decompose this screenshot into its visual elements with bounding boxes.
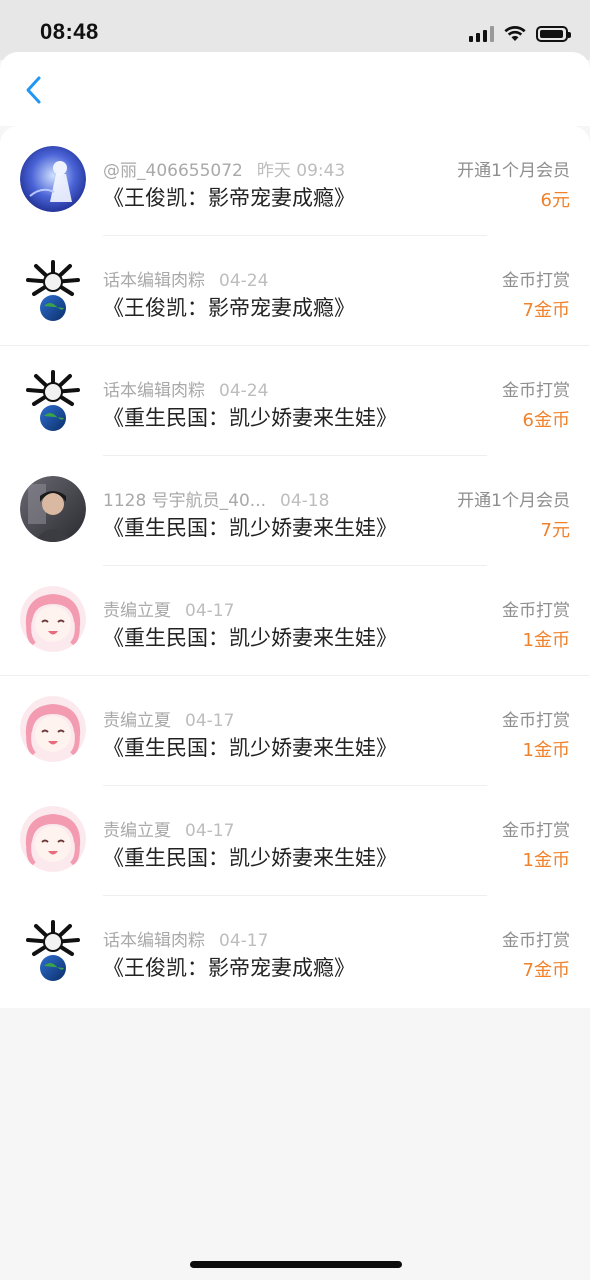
transaction-amount: 7金币	[522, 300, 570, 321]
row-date: 04-24	[219, 381, 269, 401]
battery-icon	[536, 26, 571, 42]
transaction-amount: 1金币	[522, 630, 570, 651]
avatar[interactable]	[20, 146, 86, 212]
row-meta: 责编立夏 04-17	[103, 706, 234, 731]
row-date: 04-17	[185, 821, 235, 841]
book-title: 《重生民国：凯少娇妻来生娃》	[103, 846, 397, 870]
cellular-signal-icon	[469, 26, 494, 42]
book-title: 《重生民国：凯少娇妻来生娃》	[103, 626, 397, 650]
transaction-type: 开通1个月会员	[457, 161, 570, 181]
home-indicator[interactable]	[190, 1261, 402, 1268]
status-bar: 08:48	[0, 0, 590, 60]
row-date: 昨天 09:43	[256, 161, 346, 181]
row-meta: 1128 号宇航员_40... 04-18	[103, 486, 329, 511]
user-name: 话本编辑肉粽	[103, 931, 205, 951]
wifi-icon	[504, 26, 526, 41]
list-item[interactable]: 话本编辑肉粽 04-24 《王俊凯：影帝宠妻成瘾》 金币打赏 7金币	[0, 236, 590, 346]
transaction-type: 金币打赏	[502, 821, 570, 841]
book-title: 《重生民国：凯少娇妻来生娃》	[103, 516, 397, 540]
transaction-list: @丽_406655072 昨天 09:43 《王俊凯：影帝宠妻成瘾》 开通1个月会…	[0, 126, 590, 1008]
book-title: 《王俊凯：影帝宠妻成瘾》	[103, 956, 355, 980]
nav-bar	[0, 52, 590, 126]
book-title: 《王俊凯：影帝宠妻成瘾》	[103, 186, 355, 210]
transaction-type: 金币打赏	[502, 271, 570, 291]
transaction-type: 金币打赏	[502, 711, 570, 731]
row-meta: 话本编辑肉粽 04-17	[103, 926, 268, 951]
transaction-amount: 1金币	[522, 740, 570, 761]
transaction-amount: 7元	[540, 520, 570, 541]
book-title: 《重生民国：凯少娇妻来生娃》	[103, 736, 397, 760]
row-date: 04-17	[219, 931, 269, 951]
transaction-type: 金币打赏	[502, 931, 570, 951]
list-item[interactable]: @丽_406655072 昨天 09:43 《王俊凯：影帝宠妻成瘾》 开通1个月会…	[0, 126, 590, 236]
book-title: 《王俊凯：影帝宠妻成瘾》	[103, 296, 355, 320]
back-button[interactable]	[16, 72, 52, 108]
list-item[interactable]: 话本编辑肉粽 04-17 《王俊凯：影帝宠妻成瘾》 金币打赏 7金币	[0, 896, 590, 1006]
user-name: 责编立夏	[103, 601, 171, 621]
avatar[interactable]	[20, 366, 86, 432]
user-name: 1128 号宇航员_40...	[103, 491, 267, 511]
row-meta: 话本编辑肉粽 04-24	[103, 266, 268, 291]
transaction-amount: 6金币	[522, 410, 570, 431]
list-item[interactable]: 责编立夏 04-17 《重生民国：凯少娇妻来生娃》 金币打赏 1金币	[0, 786, 590, 896]
list-item[interactable]: 责编立夏 04-17 《重生民国：凯少娇妻来生娃》 金币打赏 1金币	[0, 676, 590, 786]
book-title: 《重生民国：凯少娇妻来生娃》	[103, 406, 397, 430]
user-name: @丽_406655072	[103, 161, 243, 181]
transaction-type: 开通1个月会员	[457, 491, 570, 511]
row-meta: 责编立夏 04-17	[103, 596, 234, 621]
avatar[interactable]	[20, 696, 86, 762]
avatar[interactable]	[20, 916, 86, 982]
row-date: 04-18	[280, 491, 330, 511]
row-meta: 话本编辑肉粽 04-24	[103, 376, 268, 401]
avatar[interactable]	[20, 256, 86, 322]
transaction-type: 金币打赏	[502, 601, 570, 621]
transaction-amount: 7金币	[522, 960, 570, 981]
row-date: 04-24	[219, 271, 269, 291]
list-item[interactable]: 责编立夏 04-17 《重生民国：凯少娇妻来生娃》 金币打赏 1金币	[0, 566, 590, 676]
chevron-left-icon	[26, 76, 41, 104]
avatar[interactable]	[20, 586, 86, 652]
list-item[interactable]: 1128 号宇航员_40... 04-18 《重生民国：凯少娇妻来生娃》 开通1个…	[0, 456, 590, 566]
list-item[interactable]: 话本编辑肉粽 04-24 《重生民国：凯少娇妻来生娃》 金币打赏 6金币	[0, 346, 590, 456]
row-date: 04-17	[185, 711, 235, 731]
status-time: 08:48	[40, 19, 99, 44]
row-date: 04-17	[185, 601, 235, 621]
transaction-amount: 6元	[540, 190, 570, 211]
avatar[interactable]	[20, 476, 86, 542]
transaction-amount: 1金币	[522, 850, 570, 871]
user-name: 话本编辑肉粽	[103, 271, 205, 291]
status-icons	[469, 26, 571, 42]
user-name: 话本编辑肉粽	[103, 381, 205, 401]
transaction-type: 金币打赏	[502, 381, 570, 401]
avatar[interactable]	[20, 806, 86, 872]
row-meta: @丽_406655072 昨天 09:43	[103, 156, 345, 181]
user-name: 责编立夏	[103, 711, 171, 731]
user-name: 责编立夏	[103, 821, 171, 841]
row-meta: 责编立夏 04-17	[103, 816, 234, 841]
